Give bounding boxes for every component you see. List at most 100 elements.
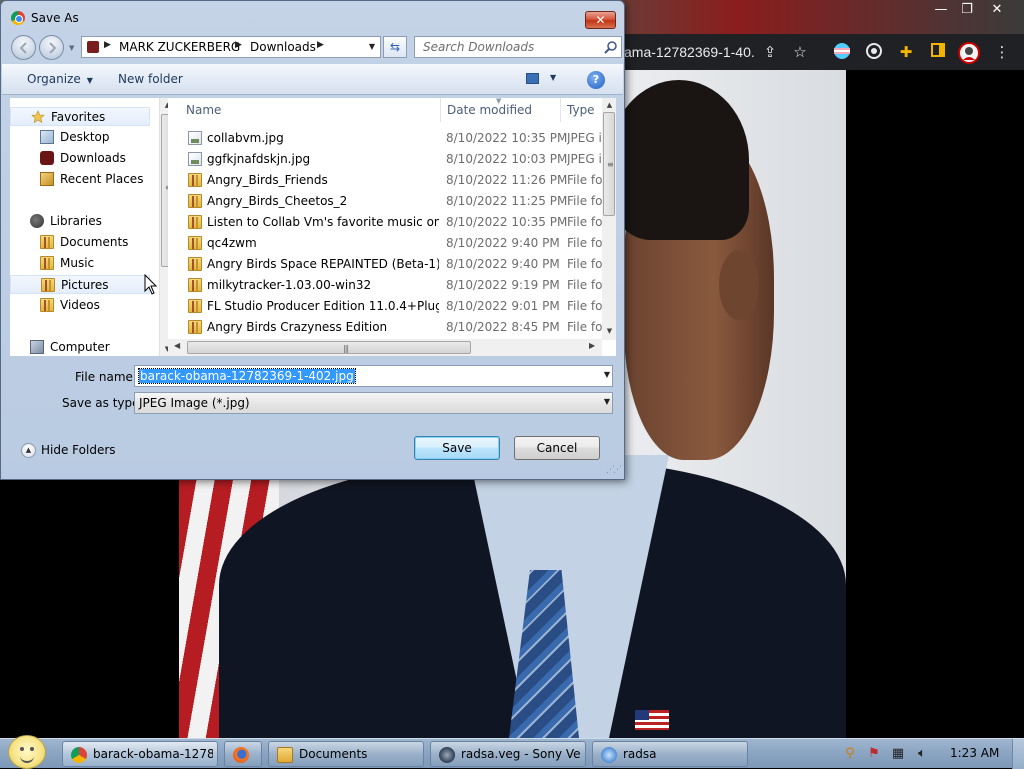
back-button[interactable] [11,35,36,60]
dialog-title: Save As [31,11,79,25]
file-list-vertical-scrollbar[interactable]: ▲ ≡ ▼ [602,98,616,340]
save-button[interactable]: Save [414,436,500,460]
breadcrumb-arrow-icon[interactable]: ▶ [235,40,242,50]
address-dropdown-icon[interactable]: ▼ [365,37,379,57]
breadcrumb-user[interactable]: MARK ZUCKERBERG [119,40,240,54]
videos-icon [40,298,54,312]
star-icon[interactable]: ☆ [790,42,810,62]
clock[interactable]: 1:23 AM [950,746,999,760]
column-name-header[interactable]: Name [186,103,221,117]
file-row[interactable]: FL Studio Producer Edition 11.0.4+Plugin… [168,296,608,317]
scroll-right-icon[interactable]: ▶ [589,341,595,350]
nav-recent-places[interactable]: Recent Places [10,170,150,189]
scrollbar-thumb[interactable]: ≡ [603,112,615,216]
address-bar[interactable]: ▶ MARK ZUCKERBERG ▶ Downloads ▶ ▼ [81,36,381,58]
scroll-left-icon[interactable]: ◀ [174,341,180,350]
nav-music[interactable]: Music [10,254,150,273]
breadcrumb-downloads[interactable]: Downloads [250,40,316,54]
explorer-folder-icon [277,747,293,763]
file-name-dropdown-icon[interactable]: ▼ [604,370,610,379]
nav-pictures[interactable]: Pictures [10,275,150,294]
nav-documents[interactable]: Documents [10,233,150,252]
scrollbar-thumb[interactable]: ||| [187,341,471,354]
action-center-icon[interactable]: ⚑ [866,746,882,762]
record-icon[interactable] [864,42,884,62]
help-button[interactable]: ? [587,71,605,89]
chevron-up-icon: ▲ [21,443,36,458]
file-row[interactable]: Angry_Birds_Cheetos_2 8/10/2022 11:25 PM F… [168,191,608,212]
save-as-type-dropdown-icon[interactable]: ▼ [604,397,610,406]
scroll-up-icon[interactable]: ▲ [602,98,616,112]
share-icon[interactable]: ⇪ [760,42,780,62]
taskbar-item-radsa[interactable]: radsa [592,741,748,767]
libraries-icon [30,214,44,228]
chrome-icon [11,11,25,25]
file-row[interactable]: Listen to Collab Vm's favorite music onl… [168,212,608,233]
sidepanel-icon[interactable] [928,42,948,62]
file-row[interactable]: collabvm.jpg8/10/2022 10:35 PMJPEG im [168,128,608,149]
minimize-icon[interactable]: — [928,2,954,18]
folder-icon [188,194,202,208]
file-row[interactable]: qc4zwm 8/10/2022 9:40 PM File fol [168,233,608,254]
column-date-modified-header[interactable]: Date modified [447,103,532,117]
nav-videos[interactable]: Videos [10,296,150,315]
new-folder-button[interactable]: New folder [118,72,183,86]
nav-downloads[interactable]: Downloads [10,149,150,168]
network-icon[interactable]: ▦ [890,746,906,762]
organize-button[interactable]: Organize ▼ [27,72,93,86]
nav-favorites[interactable]: Favorites [10,107,150,126]
file-list: Name Date modified ▼ Type collabvm.jpg 8/… [168,98,616,356]
flag-extension-icon[interactable] [832,42,852,62]
file-name-value[interactable]: barack-obama-12782369-1-402.jpg [138,368,356,384]
sort-arrow-icon: ▼ [496,98,502,105]
resize-grip-icon[interactable]: ⋰⋰ [606,465,622,475]
file-row[interactable]: milkytracker-1.03.00-win32 8/10/2022 9:19… [168,275,608,296]
refresh-button[interactable]: ⇆ [383,36,407,58]
nav-computer[interactable]: Computer [10,338,150,357]
maximize-icon[interactable]: ❐ [954,2,980,18]
search-tray-icon[interactable]: ⚲ [842,746,858,762]
scroll-down-icon[interactable]: ▼ [602,324,616,338]
folder-icon [188,236,202,250]
start-button[interactable] [8,735,46,769]
file-name-input[interactable]: barack-obama-12782369-1-402.jpg ▼ [134,365,613,387]
vegas-icon [439,747,455,763]
close-icon[interactable]: ✕ [984,2,1010,18]
file-row[interactable]: Angry_Birds_Friends 8/10/2022 11:26 PM Fil… [168,170,608,191]
breadcrumb-arrow-icon[interactable]: ▶ [317,40,324,50]
change-view-button[interactable]: ▼ [524,71,562,88]
more-icon[interactable]: ⋮ [992,42,1012,62]
taskbar-item-vegas[interactable]: radsa.veg - Sony Veg... [430,741,586,767]
search-box[interactable] [414,36,622,58]
search-icon[interactable] [604,40,618,54]
user-folder-icon [87,41,99,53]
cancel-button[interactable]: Cancel [514,436,600,460]
taskbar-item-documents[interactable]: Documents [268,741,424,767]
puzzle-icon[interactable]: ✚ [896,42,916,62]
search-input[interactable] [415,37,600,57]
file-list-horizontal-scrollbar[interactable]: ◀ ||| ▶ [168,339,602,356]
documents-icon [40,235,54,249]
show-desktop-button[interactable] [1012,739,1024,769]
taskbar-item-firefox[interactable] [224,741,262,767]
file-row[interactable]: Angry Birds Crazyness Edition 8/10/2022 8… [168,317,608,338]
recent-locations-dropdown-icon[interactable]: ▼ [69,44,74,52]
volume-icon[interactable]: 🔈︎ [914,746,930,762]
breadcrumb-arrow-icon[interactable]: ▶ [104,40,111,50]
chevron-down-icon: ▼ [86,76,93,85]
nav-desktop[interactable]: Desktop [10,128,150,147]
nav-libraries[interactable]: Libraries [10,212,150,231]
profile-icon[interactable] [958,42,980,64]
save-as-type-select[interactable]: JPEG Image (*.jpg) ▼ [134,392,613,414]
dialog-titlebar[interactable]: Save As ✕ [1,1,624,35]
file-row[interactable]: ggfkjnafdskjn.jpg 8/10/2022 10:03 PM JPEG … [168,149,608,170]
dialog-close-button[interactable]: ✕ [585,11,616,29]
taskbar-item-chrome[interactable]: barack-obama-1278... [62,741,218,767]
file-row[interactable]: Angry Birds Space REPAINTED (Beta-1) 8/10… [168,254,608,275]
address-bar-url[interactable]: ama-12782369-1-40... [624,44,754,60]
folder-icon [188,257,202,271]
paint-icon [601,747,617,763]
forward-button[interactable] [39,35,64,60]
hide-folders-button[interactable]: ▲ Hide Folders [21,442,121,460]
column-type-header[interactable]: Type [567,103,595,117]
